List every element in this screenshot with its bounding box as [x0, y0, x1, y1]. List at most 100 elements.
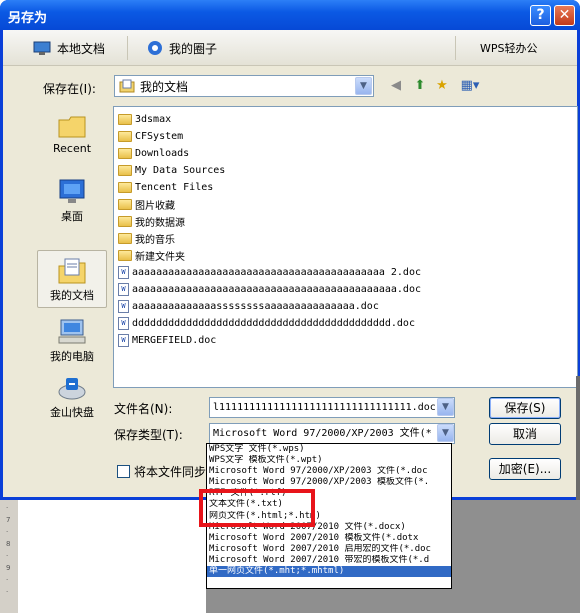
filetype-option[interactable]: WPS文字 文件(*.wps) [207, 444, 451, 455]
filetype-option[interactable]: Microsoft Word 2007/2010 模板文件(*.dotx [207, 533, 451, 544]
folder-item[interactable]: Tencent Files [118, 179, 213, 196]
doc-file-icon: W [118, 283, 129, 296]
filename-dropdown-icon[interactable]: ▼ [437, 398, 454, 416]
red-highlight-annotation [199, 489, 315, 527]
folder-item[interactable]: 3dsmax [118, 111, 171, 128]
file-name: MERGEFIELD.doc [132, 335, 217, 346]
file-item[interactable]: Waaaaaaaaaaaaaassssssssaaaaaaaaaaaaaaa.d… [118, 298, 379, 315]
save-in-value: 我的文档 [140, 79, 189, 94]
place-kuaipan[interactable]: 金山快盘 [37, 368, 107, 426]
place-my-computer[interactable]: 我的电脑 [37, 312, 107, 370]
file-list[interactable]: 3dsmax CFSystem Downloads My Data Sources Te… [113, 106, 578, 388]
file-item[interactable]: Waaaaaaaaaaaaaaaaaaaaaaaaaaaaaaaaaaaaaaa… [118, 264, 421, 281]
chevron-down-icon[interactable]: ▼ [355, 77, 372, 95]
places-bar: Recent 桌面我的文档我的电脑金山快盘 [37, 106, 107, 419]
filename-label: 文件名(N): [114, 402, 173, 416]
new-folder-icon[interactable]: ★ [433, 78, 451, 94]
recent-folder-icon [58, 116, 86, 138]
file-name: Downloads [135, 148, 190, 159]
tab-wps-label: WPS轻办公 [480, 42, 538, 55]
place-label: 金山快盘 [50, 406, 94, 419]
monitor-icon [33, 41, 51, 55]
file-name: Tencent Files [135, 182, 214, 193]
window-title: 另存为 [8, 11, 48, 26]
up-folder-icon[interactable]: ⬆ [411, 78, 429, 94]
encrypt-button[interactable]: 加密(E)... [489, 458, 561, 480]
location-tabs: 本地文档 我的圈子 WPS轻办公 [3, 30, 577, 66]
background-edge [576, 376, 580, 500]
filetype-dropdown-icon[interactable]: ▼ [437, 424, 454, 442]
filetype-select[interactable]: Microsoft Word 97/2000/XP/2003 文件(* [209, 423, 455, 444]
doc-file-icon: W [118, 266, 129, 279]
back-icon[interactable]: ◀ [387, 78, 405, 94]
folder-item[interactable]: 图片收藏 [118, 196, 175, 213]
circle-cloud-icon [148, 41, 162, 55]
folder-icon [118, 148, 132, 159]
doc-file-icon: W [118, 317, 129, 330]
file-name: CFSystem [135, 131, 184, 142]
save-in-combo[interactable]: 我的文档 ▼ [114, 75, 374, 97]
filetype-option[interactable]: 单一网页文件(*.mht;*.mhtml) [207, 566, 451, 578]
tab-local-documents[interactable]: 本地文档 [33, 30, 105, 66]
file-item[interactable]: W MERGEFIELD.doc [118, 332, 216, 349]
filetype-option[interactable]: Microsoft Word 2007/2010 启用宏的文件(*.doc [207, 544, 451, 555]
desktop-icon [59, 179, 85, 203]
file-item[interactable]: Waaaaaaaaaaaaaaaaaaaaaaaaaaaaaaaaaaaaaaa… [118, 281, 421, 298]
folder-icon [118, 165, 132, 176]
kuaipan-icon [58, 378, 86, 400]
tab-divider [455, 36, 456, 60]
filename-input[interactable]: l11111111111111111111111111111111.doc [209, 397, 455, 418]
tab-divider [127, 36, 128, 60]
help-button[interactable]: ? [530, 5, 551, 26]
folder-icon [118, 216, 132, 227]
filetype-option[interactable]: Microsoft Word 97/2000/XP/2003 模板文件(*. [207, 477, 451, 488]
my-documents-icon [58, 258, 86, 284]
title-bar[interactable]: 另存为 ? ✕ [0, 0, 580, 30]
view-menu-icon[interactable]: ▦▾ [458, 78, 482, 94]
background-area [206, 589, 452, 613]
file-name: 图片收藏 [135, 201, 175, 212]
place-my-documents[interactable]: 我的文档 [37, 250, 107, 308]
tab-circle-label: 我的圈子 [169, 41, 218, 56]
tab-wps-cloud[interactable]: WPS轻办公 [480, 30, 538, 66]
file-name: 新建文件夹 [135, 252, 185, 263]
close-button[interactable]: ✕ [554, 5, 575, 26]
file-name: aaaaaaaaaaaaaaaaaaaaaaaaaaaaaaaaaaaaaaaa… [132, 267, 421, 278]
sync-option[interactable]: 将本文件同步备 [117, 463, 218, 480]
folder-icon [118, 114, 132, 125]
place-label: 我的电脑 [50, 350, 94, 363]
my-documents-folder-icon [119, 79, 135, 93]
filetype-option[interactable]: Microsoft Word 97/2000/XP/2003 文件(*.doc [207, 466, 451, 477]
folder-item[interactable]: Downloads [118, 145, 189, 162]
folder-item[interactable]: My Data Sources [118, 162, 225, 179]
folder-icon [118, 199, 132, 210]
file-item[interactable]: Wddddddddddddddddddddddddddddddddddddddd… [118, 315, 415, 332]
folder-icon [118, 233, 132, 244]
filetype-option[interactable]: WPS文字 模板文件(*.wpt) [207, 455, 451, 466]
sync-checkbox[interactable] [117, 465, 130, 478]
filetype-label: 保存类型(T): [114, 428, 183, 442]
place-label: 我的文档 [50, 289, 94, 302]
tab-my-circle[interactable]: 我的圈子 [147, 30, 217, 66]
folder-icon [118, 131, 132, 142]
place-label: 桌面 [61, 210, 83, 223]
doc-file-icon: W [118, 334, 129, 347]
folder-item[interactable]: 我的数据源 [118, 213, 185, 230]
file-name: aaaaaaaaaaaaaassssssssaaaaaaaaaaaaaaa.do… [132, 301, 379, 312]
background-area [452, 500, 580, 613]
place-desktop[interactable]: 桌面 [37, 172, 107, 230]
file-name: 3dsmax [135, 114, 172, 125]
tab-local-label: 本地文档 [57, 41, 106, 56]
place-recent-folder[interactable]: Recent [37, 106, 107, 164]
place-label: Recent [52, 142, 92, 155]
save-as-dialog: 另存为 ? ✕ 本地文档 我的圈子 WPS轻办公 保存在(I): 我的文档 ▼ … [0, 0, 580, 500]
file-name: dddddddddddddddddddddddddddddddddddddddd… [132, 318, 415, 329]
folder-item[interactable]: CFSystem [118, 128, 183, 145]
save-button[interactable]: 保存(S) [489, 397, 561, 419]
filetype-option[interactable]: Microsoft Word 2007/2010 带宏的模板文件(*.d [207, 555, 451, 566]
folder-icon [118, 250, 132, 261]
folder-item[interactable]: 新建文件夹 [118, 247, 185, 264]
file-name: 我的数据源 [135, 218, 185, 229]
folder-item[interactable]: 我的音乐 [118, 230, 175, 247]
cancel-button[interactable]: 取消 [489, 423, 561, 445]
